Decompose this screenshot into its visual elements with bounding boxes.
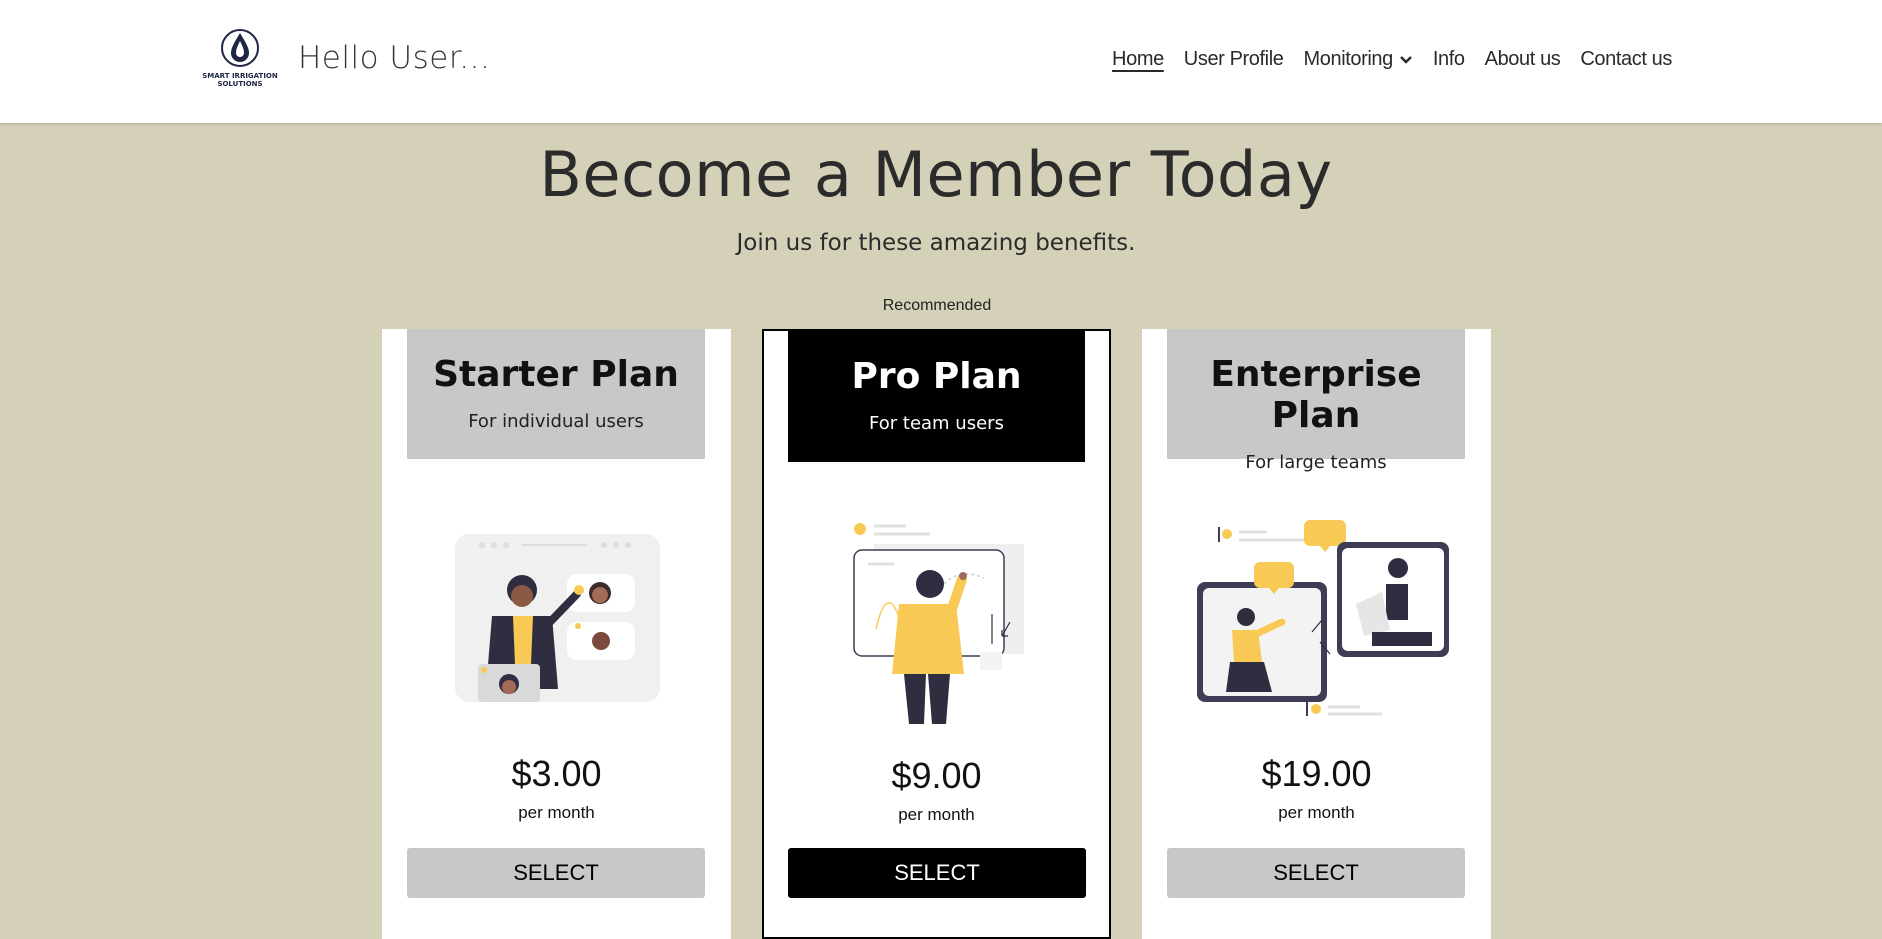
plan-period: per month [1278,803,1355,822]
recommended-label: Recommended [882,297,992,314]
select-starter-button[interactable]: SELECT [407,848,705,898]
plan-name: Starter Plan [433,354,679,395]
page-title: Become a Member Today [539,138,1333,211]
plan-price: $19.00 [1261,753,1372,794]
presentation-illustration [853,523,1024,724]
plan-period: per month [898,805,975,824]
nav-contact-us[interactable]: Contact us [1580,48,1672,71]
select-enterprise-button[interactable]: SELECT [1167,848,1465,898]
plan-price: $3.00 [511,753,602,794]
plan-header: Enterprise Plan For large teams [1167,329,1465,473]
plan-period: per month [518,803,595,822]
plan-card-enterprise: Enterprise Plan For large teams $19.00 p… [1142,329,1491,939]
nav-info[interactable]: Info [1433,48,1465,71]
greeting-text: Hello User... [298,40,491,76]
main-nav: Home User Profile Monitoring Info About … [1112,48,1672,71]
plan-card-starter: Starter Plan For individual users $3.00 … [382,329,731,939]
plan-description: For large teams [1245,452,1387,473]
nav-about-us[interactable]: About us [1485,48,1561,71]
logo[interactable]: SMART IRRIGATION SOLUTIONS [201,24,279,96]
plan-price: $9.00 [891,755,982,796]
plan-header: Pro Plan For team users [788,331,1085,462]
water-drop-icon [221,29,259,67]
plan-name: Pro Plan [851,356,1022,397]
logo-text: SMART IRRIGATION SOLUTIONS [202,72,278,88]
plan-description: For team users [869,413,1004,434]
page-subtitle: Join us for these amazing benefits. [736,230,1136,256]
chevron-down-icon [1399,48,1413,71]
nav-user-profile[interactable]: User Profile [1184,48,1284,71]
plan-header: Starter Plan For individual users [407,329,705,459]
select-pro-button[interactable]: SELECT [788,848,1086,898]
nav-home[interactable]: Home [1112,48,1164,71]
plan-description: For individual users [468,411,644,432]
plan-name: Enterprise Plan [1210,354,1422,436]
video-call-illustration [455,534,660,702]
plan-card-pro: Pro Plan For team users $9.00 per month … [762,329,1111,939]
team-collaboration-illustration [1197,520,1449,716]
nav-monitoring-label: Monitoring [1303,48,1393,70]
site-header: SMART IRRIGATION SOLUTIONS Hello User...… [0,0,1882,123]
nav-monitoring[interactable]: Monitoring [1303,48,1412,71]
